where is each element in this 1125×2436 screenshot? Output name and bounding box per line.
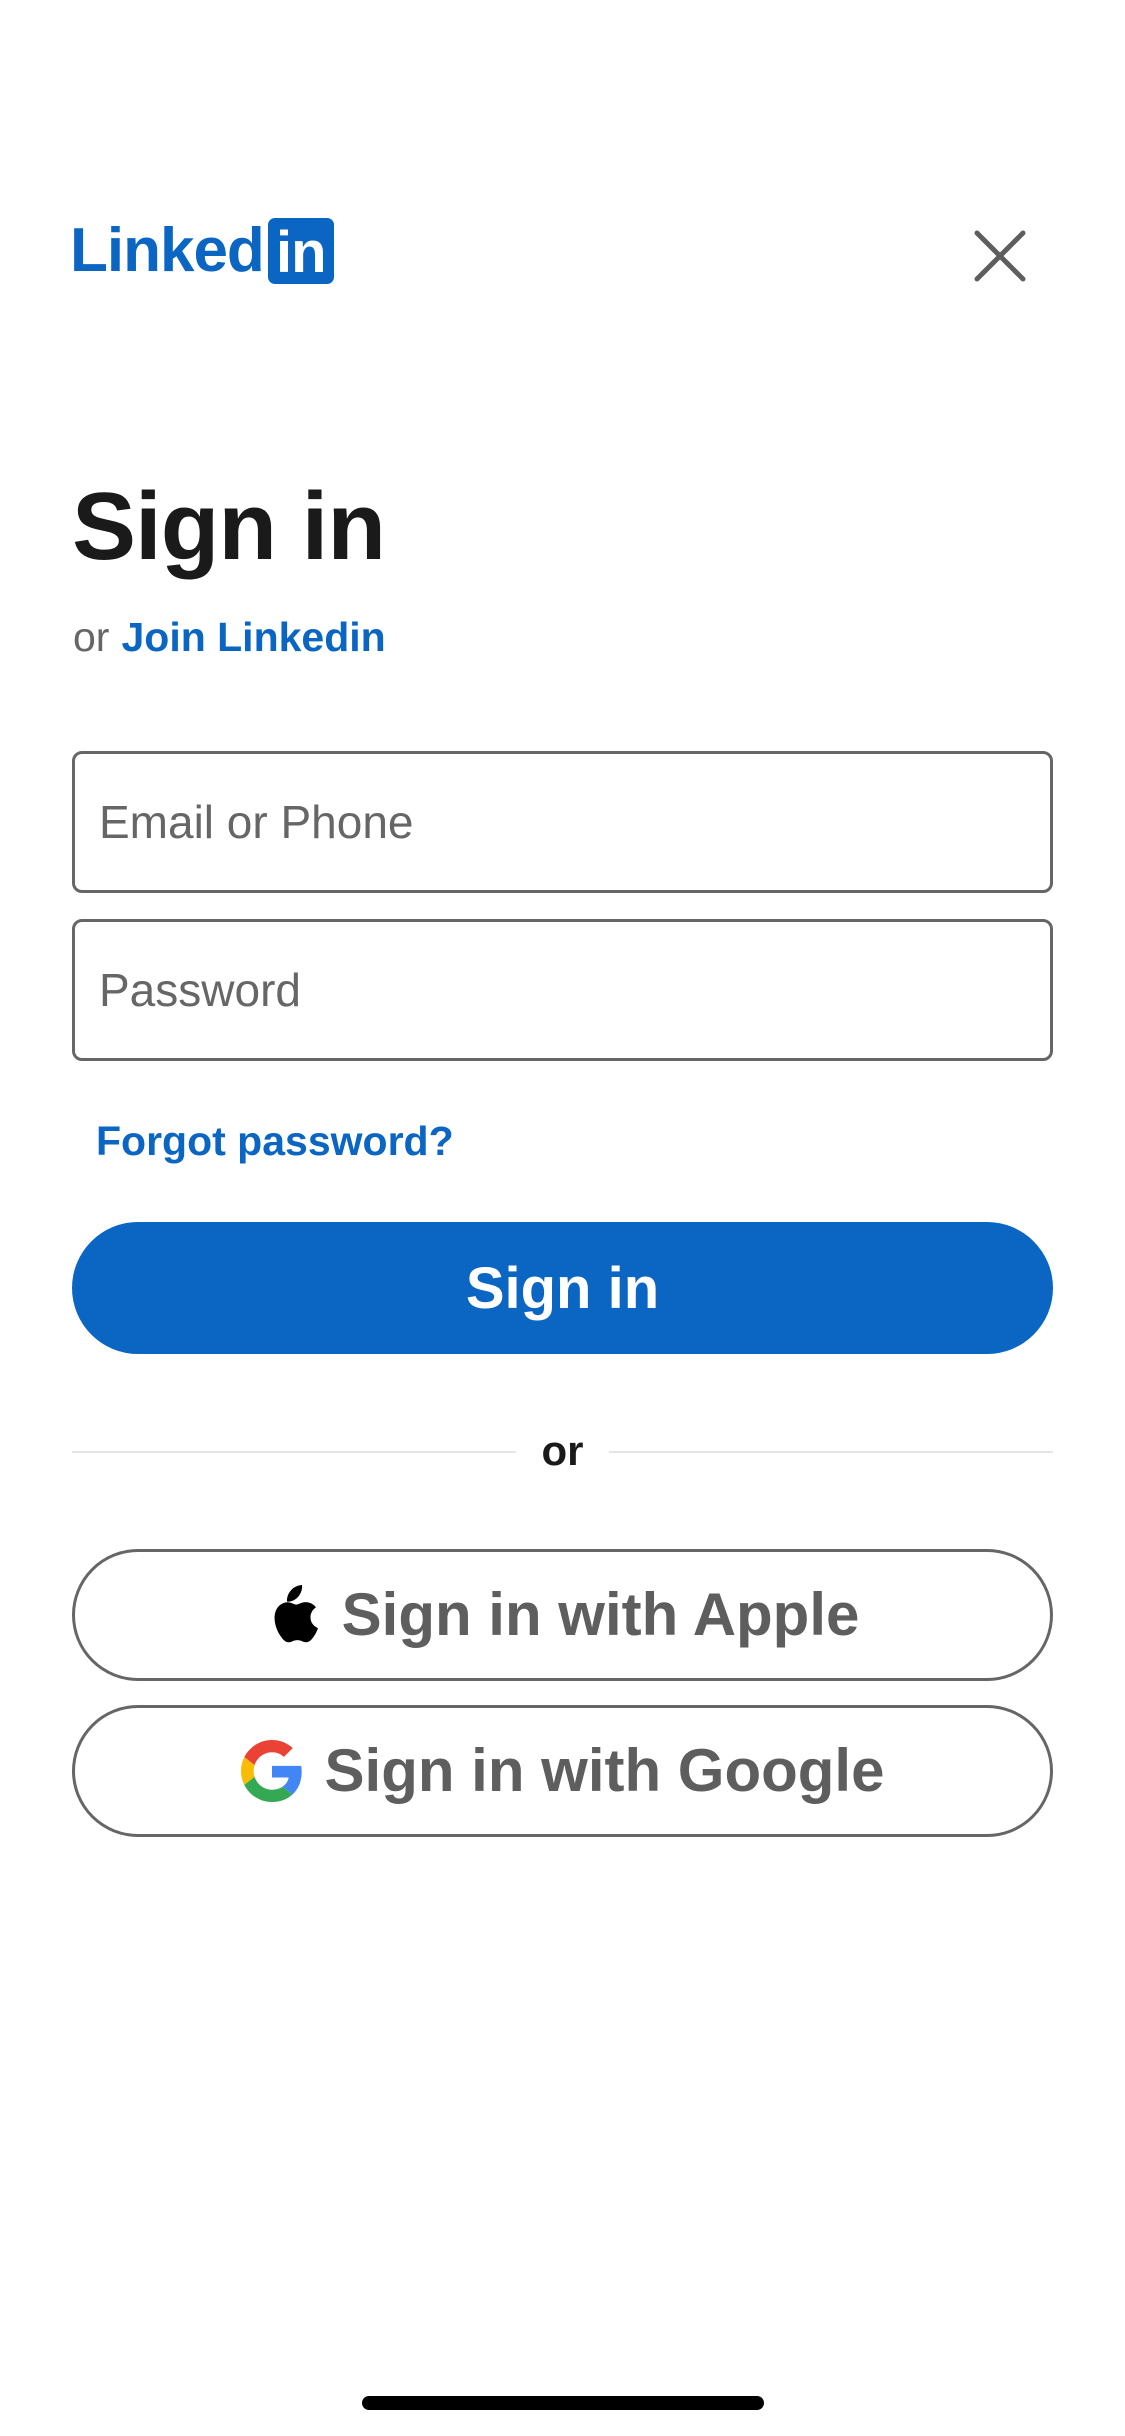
linkedin-logo: Linked in [70,216,334,285]
sign-in-button[interactable]: Sign in [72,1222,1053,1354]
close-icon [974,230,1026,282]
email-input[interactable] [97,794,1028,850]
forgot-password-link[interactable]: Forgot password? [96,1116,454,1166]
sign-in-with-apple-button[interactable]: Sign in with Apple [72,1549,1053,1681]
page-title: Sign in [72,473,386,580]
join-linkedin-link[interactable]: Join Linkedin [121,614,385,660]
close-button[interactable] [964,220,1036,292]
google-icon [240,1740,303,1802]
logo-wordmark: Linked [70,216,265,285]
divider-label: or [541,1427,584,1474]
logo-in-badge: in [267,218,334,285]
divider-line-left [72,1451,516,1453]
password-field[interactable] [72,919,1053,1061]
join-row: or Join Linkedin [73,612,386,662]
sign-in-with-google-button[interactable]: Sign in with Google [72,1705,1053,1837]
password-input[interactable] [97,962,1028,1018]
google-button-label: Sign in with Google [324,1737,885,1804]
home-indicator[interactable] [362,2396,764,2410]
email-field[interactable] [72,751,1053,893]
apple-button-label: Sign in with Apple [341,1581,860,1648]
join-prefix: or [73,614,110,660]
divider-line-right [609,1451,1053,1453]
apple-icon [266,1583,320,1647]
